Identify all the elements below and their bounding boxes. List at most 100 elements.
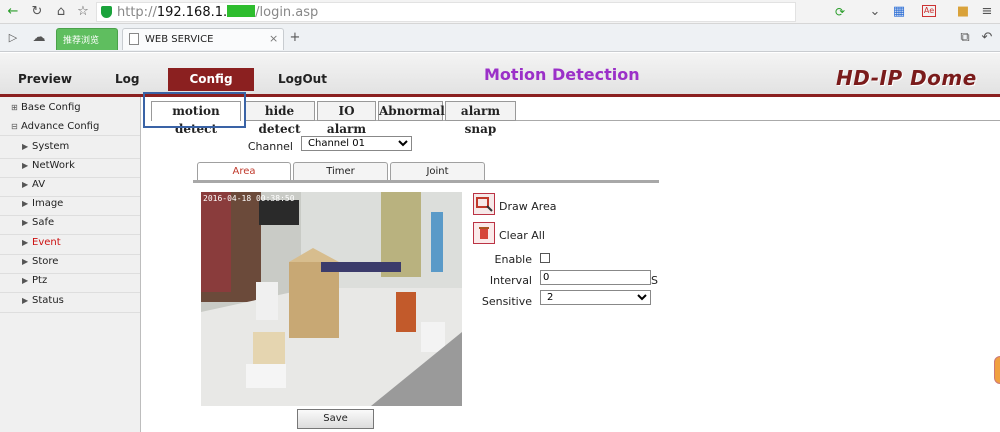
chevron-right-icon: ▶ bbox=[22, 161, 29, 170]
tab-io-alarm[interactable]: IO alarm bbox=[317, 101, 376, 136]
interval-input[interactable] bbox=[540, 270, 651, 285]
chevron-right-icon: ▶ bbox=[22, 296, 29, 305]
brand-logo: HD-IP Dome bbox=[836, 66, 977, 90]
url-text: http://192.168.1. /login.asp bbox=[117, 5, 318, 20]
sidebar-item-system[interactable]: ▶ System bbox=[22, 141, 69, 152]
sidebar-item-label: AV bbox=[32, 179, 46, 190]
clear-all-button[interactable]: Clear All bbox=[499, 229, 545, 242]
camera-frame: 2016-04-18 00:38:50 bbox=[201, 192, 462, 406]
grid-icon[interactable]: ▦ bbox=[890, 3, 908, 21]
tab-hide-detect[interactable]: hide detect bbox=[244, 101, 315, 136]
sidebar-item-av[interactable]: ▶ AV bbox=[22, 179, 45, 190]
camera-timestamp: 2016-04-18 00:38:50 bbox=[203, 194, 295, 203]
sidebar-item-safe[interactable]: ▶ Safe bbox=[22, 217, 54, 228]
sidebar-item-label: Event bbox=[32, 237, 61, 248]
address-bar[interactable]: http://192.168.1. /login.asp ⟳ bbox=[96, 2, 845, 22]
nav-config[interactable]: Config bbox=[168, 68, 254, 91]
draw-area-icon[interactable] bbox=[473, 193, 495, 215]
tab-web-service[interactable]: WEB SERVICE × bbox=[122, 28, 284, 50]
sidebar-item-label: Advance Config bbox=[21, 121, 100, 132]
new-tab-button[interactable]: + bbox=[286, 29, 304, 47]
camera-preview[interactable]: 2016-04-18 00:38:50 bbox=[201, 192, 462, 406]
tab-alarm-snap[interactable]: alarm snap bbox=[445, 101, 516, 136]
sidebar-item-label: Store bbox=[32, 256, 59, 267]
close-icon[interactable]: × bbox=[269, 32, 278, 45]
sidebar-item-store[interactable]: ▶ Store bbox=[22, 256, 58, 267]
undo-icon[interactable]: ↶ bbox=[978, 29, 996, 47]
subtab-joint[interactable]: Joint bbox=[390, 162, 485, 181]
url-host: 192.168.1. bbox=[156, 5, 228, 20]
sidebar-item-base-config[interactable]: ⊞ Base Config bbox=[11, 102, 81, 113]
sidebar-item-label: Status bbox=[32, 295, 64, 306]
sidebar-item-status[interactable]: ▶ Status bbox=[22, 295, 64, 306]
sidebar-item-label: NetWork bbox=[32, 160, 75, 171]
tab-recommended-label: 推荐浏览 bbox=[63, 36, 100, 46]
sidebar-item-label: Base Config bbox=[21, 102, 81, 113]
draw-area-button[interactable]: Draw Area bbox=[499, 200, 557, 213]
sidebar-item-label: Safe bbox=[32, 217, 55, 228]
sidebar-item-event[interactable]: ▶ Event bbox=[22, 237, 61, 248]
nav-logout[interactable]: LogOut bbox=[278, 72, 327, 86]
tab-abnormal[interactable]: Abnormal bbox=[378, 101, 445, 121]
star-icon[interactable]: ☆ bbox=[74, 3, 92, 21]
page-icon bbox=[129, 33, 139, 45]
folder-icon[interactable]: ■ bbox=[954, 3, 972, 21]
back-icon[interactable]: ← bbox=[4, 3, 22, 21]
browser-toolbar: ← ↻ ⌂ ☆ http://192.168.1./login.asp ⟳ ⌄ … bbox=[0, 0, 1000, 24]
sidebar-divider bbox=[0, 254, 140, 255]
chevron-down-icon[interactable]: ⌄ bbox=[866, 3, 884, 21]
nav-log[interactable]: Log bbox=[115, 72, 139, 86]
sidebar-item-label: Image bbox=[32, 198, 64, 209]
sidebar-divider bbox=[0, 312, 140, 313]
sidebar-divider bbox=[0, 158, 140, 159]
ext-badge[interactable]: Ae bbox=[922, 5, 936, 17]
cloud-icon[interactable]: ☁ bbox=[30, 29, 48, 47]
window-icon[interactable]: ⧉ bbox=[956, 29, 974, 47]
chevron-right-icon: ▶ bbox=[22, 142, 29, 151]
sidebar-item-ptz[interactable]: ▶ Ptz bbox=[22, 275, 47, 286]
collapse-icon: ⊟ bbox=[11, 122, 18, 131]
sidebar-item-advance-config[interactable]: ⊟ Advance Config bbox=[11, 121, 99, 132]
sidebar-divider bbox=[0, 196, 140, 197]
sensitive-select[interactable]: 2 bbox=[540, 290, 651, 305]
sidebar: ⊞ Base Config ⊟ Advance Config ▶ System ▶ Net… bbox=[0, 97, 141, 432]
home-icon[interactable]: ⌂ bbox=[52, 3, 70, 21]
active-tab-highlight bbox=[143, 92, 246, 128]
page-title: Motion Detection bbox=[484, 65, 640, 84]
interval-unit: S bbox=[651, 274, 658, 287]
chevron-right-icon: ▶ bbox=[22, 276, 29, 285]
refresh-icon[interactable]: ↻ bbox=[28, 3, 46, 21]
subtab-underline bbox=[193, 180, 659, 183]
menu-icon[interactable]: ≡ bbox=[978, 3, 996, 21]
enable-label: Enable bbox=[494, 253, 532, 266]
url-redaction bbox=[227, 5, 256, 17]
chevron-right-icon: ▶ bbox=[22, 218, 29, 227]
expand-icon: ⊞ bbox=[11, 103, 18, 112]
sidebar-divider bbox=[0, 234, 140, 235]
save-button[interactable]: Save bbox=[297, 409, 374, 429]
trash-icon[interactable] bbox=[473, 222, 495, 244]
sidebar-divider bbox=[0, 135, 140, 136]
security-icon[interactable]: ⟳ bbox=[835, 5, 845, 19]
channel-select[interactable]: Channel 01 bbox=[301, 136, 412, 151]
sensitive-label: Sensitive bbox=[481, 295, 532, 308]
nav-preview[interactable]: Preview bbox=[18, 72, 72, 86]
subtab-area[interactable]: Area bbox=[197, 162, 291, 181]
sidebar-divider bbox=[0, 273, 140, 274]
sidebar-divider bbox=[0, 177, 140, 178]
sidebar-item-image[interactable]: ▶ Image bbox=[22, 198, 63, 209]
tab-title: WEB SERVICE bbox=[145, 34, 214, 45]
sidebar-divider bbox=[0, 215, 140, 216]
url-path: /login.asp bbox=[255, 5, 319, 20]
url-scheme: http:// bbox=[117, 5, 157, 20]
channel-label: Channel bbox=[247, 140, 293, 153]
chevron-right-icon: ▶ bbox=[22, 257, 29, 266]
shield-icon bbox=[101, 6, 112, 18]
sidebar-item-network[interactable]: ▶ NetWork bbox=[22, 160, 75, 171]
floating-widget[interactable] bbox=[994, 356, 1000, 384]
chevron-right-icon: ▶ bbox=[22, 180, 29, 189]
sidebar-toggle-icon[interactable]: ▷ bbox=[4, 29, 22, 47]
enable-checkbox[interactable] bbox=[540, 253, 550, 263]
tab-recommended[interactable]: 推荐浏览 bbox=[56, 28, 118, 50]
subtab-timer[interactable]: Timer bbox=[293, 162, 388, 181]
